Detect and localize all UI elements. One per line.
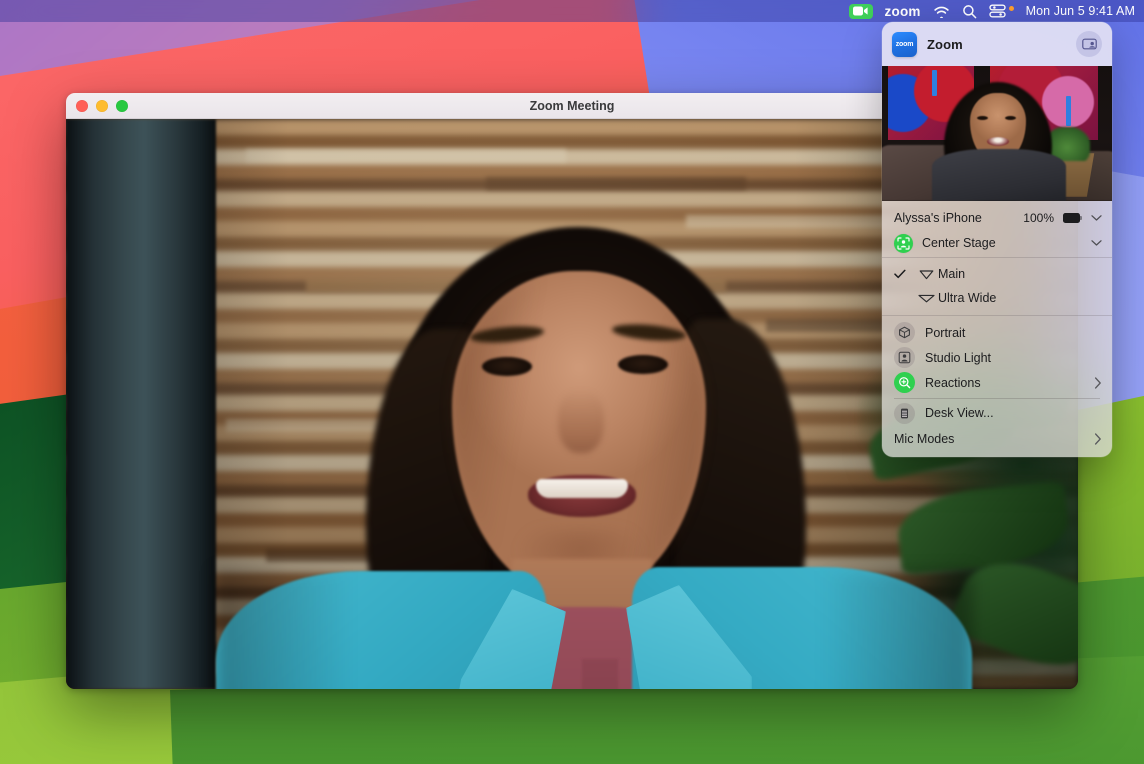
mic-modes-label: Mic Modes [894, 432, 1094, 446]
menu-bar-clock[interactable]: Mon Jun 5 9:41 AM [1026, 1, 1135, 21]
camera-icon [849, 4, 873, 19]
camera-active-indicator[interactable] [849, 1, 873, 21]
video-effects-button[interactable] [1076, 31, 1102, 57]
camera-preview[interactable] [882, 66, 1112, 201]
checkmark-icon [894, 269, 914, 279]
lens-label: Ultra Wide [938, 291, 996, 305]
center-stage-icon [894, 234, 913, 253]
desk-view-label: Desk View... [925, 406, 1102, 420]
control-center-icon[interactable] [989, 1, 1014, 21]
effect-label: Reactions [925, 376, 1084, 390]
effect-row-reactions[interactable]: Reactions [882, 370, 1112, 395]
desk-view-row[interactable]: Desk View... [882, 401, 1112, 426]
effect-row-studio-light[interactable]: Studio Light [882, 345, 1112, 370]
zoom-app-icon: zoom [892, 32, 917, 57]
close-button[interactable] [76, 100, 88, 112]
lens-main-icon [914, 269, 938, 280]
effects-section: Portrait Studio Light [882, 315, 1112, 457]
device-name: Alyssa's iPhone [894, 211, 1014, 225]
device-row[interactable]: Alyssa's iPhone 100% [882, 205, 1112, 229]
minimize-button[interactable] [96, 100, 108, 112]
effect-label: Studio Light [925, 351, 1102, 365]
center-stage-row[interactable]: Center Stage [882, 229, 1112, 257]
video-control-center-panel[interactable]: zoom Zoom [882, 22, 1112, 457]
chevron-down-icon[interactable] [1091, 239, 1102, 247]
portrait-icon [894, 322, 915, 343]
effect-row-portrait[interactable]: Portrait [882, 320, 1112, 345]
panel-app-name: Zoom [927, 37, 1066, 52]
reactions-icon [894, 372, 915, 393]
chevron-right-icon[interactable] [1094, 433, 1102, 445]
menu-bar-app-name[interactable]: zoom [885, 1, 921, 21]
chevron-right-icon[interactable] [1094, 377, 1102, 389]
lens-label: Main [938, 267, 965, 281]
zoom-button[interactable] [116, 100, 128, 112]
traffic-lights[interactable] [76, 100, 128, 112]
device-section: Alyssa's iPhone 100% [882, 201, 1112, 257]
section-divider [894, 398, 1100, 399]
desktop: zoom [0, 0, 1144, 764]
lens-ultrawide-icon [914, 293, 938, 304]
wifi-icon[interactable] [933, 1, 950, 21]
studio-light-icon [894, 347, 915, 368]
search-icon[interactable] [962, 1, 977, 21]
lens-option-ultra-wide[interactable]: Ultra Wide [882, 286, 1112, 310]
lens-section: Main Ultra Wide [882, 257, 1112, 315]
battery-full-icon [1063, 213, 1082, 223]
lens-option-main[interactable]: Main [882, 262, 1112, 286]
panel-header: zoom Zoom [882, 22, 1112, 66]
effect-label: Portrait [925, 326, 1102, 340]
center-stage-label: Center Stage [922, 236, 1082, 250]
menu-bar: zoom [0, 0, 1144, 22]
orange-privacy-dot [1009, 6, 1014, 11]
battery-percent: 100% [1023, 211, 1054, 225]
mic-modes-row[interactable]: Mic Modes [882, 426, 1112, 452]
chevron-down-icon[interactable] [1091, 214, 1102, 222]
desk-view-icon [894, 403, 915, 424]
